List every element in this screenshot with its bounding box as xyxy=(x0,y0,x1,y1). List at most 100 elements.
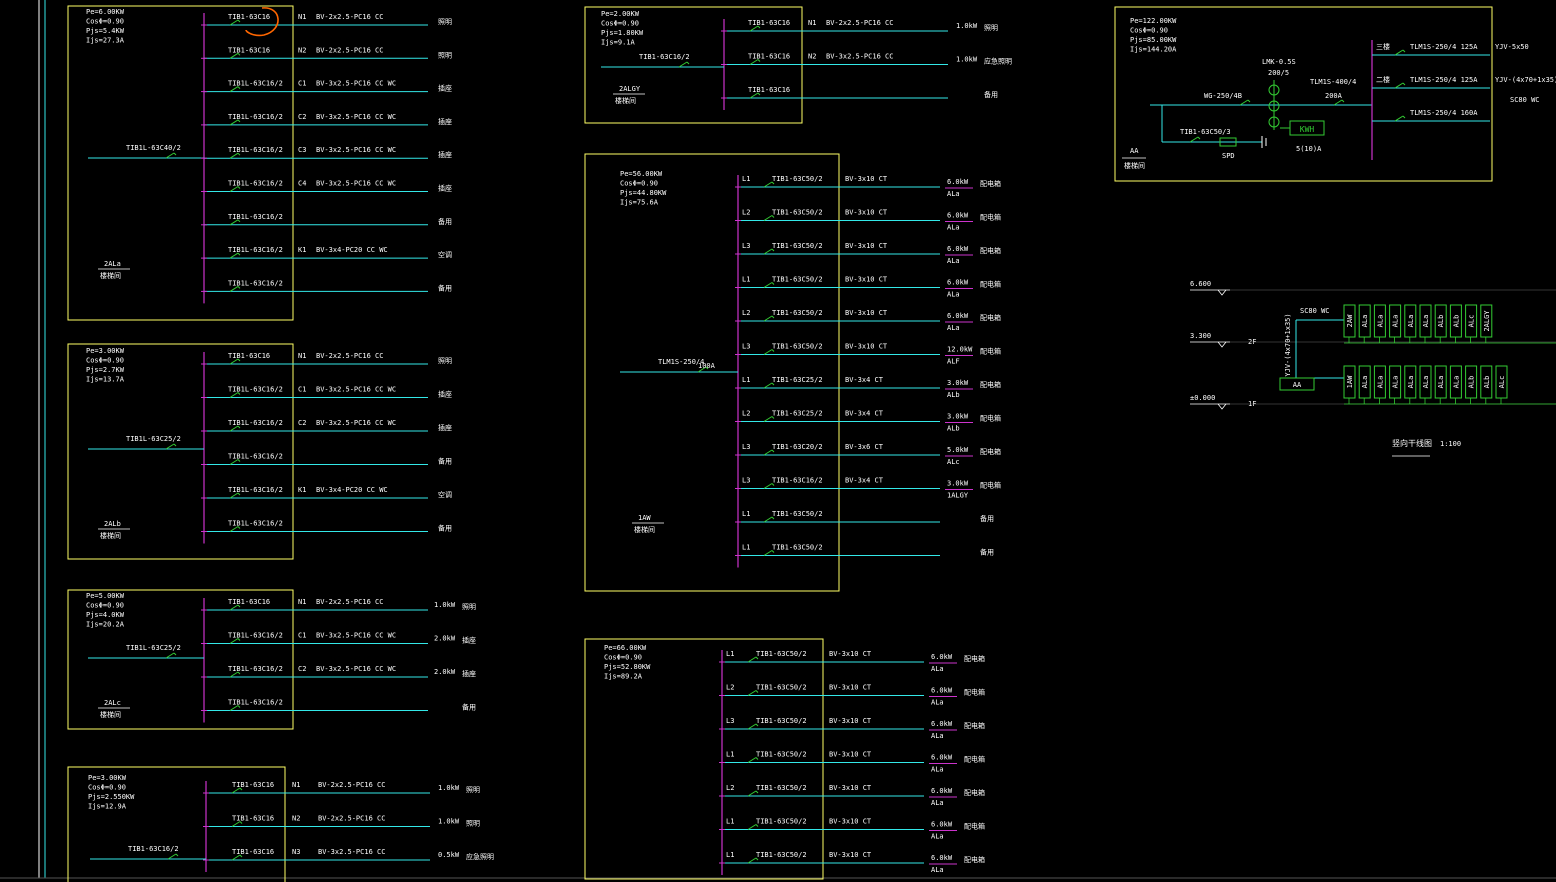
feeder-row[interactable]: TIB1-63C50/2 L1 备用 xyxy=(735,544,994,557)
feeder-use-label: 照明 xyxy=(466,820,480,828)
feeder-row[interactable]: TIB1-63C16 N1 BV-2x2.5-PC16 CC 1.0kW 照明 xyxy=(721,19,998,32)
feeder-row[interactable]: TIB1L-63C16/2 C1 BV-3x2.5-PC16 CC WC 插座 xyxy=(201,80,452,93)
feeder-row[interactable]: TIB1-63C16 N1 BV-2x2.5-PC16 CC 照明 xyxy=(201,13,452,26)
feeder-row[interactable]: TIB1-63C50/2 L1 BV-3x10 CT 6.0kW ALa 配电箱 xyxy=(719,650,985,673)
feeder-row[interactable]: TIB1-63C50/2 L1 BV-3x10 CT 6.0kW ALa 配电箱 xyxy=(719,751,985,774)
feeder-row[interactable]: TIB1-63C16 N2 BV-2x2.5-PC16 CC 照明 xyxy=(201,46,452,59)
main-outgoing-row[interactable]: 二楼 TLM1S-250/4 125A YJV-(4x70+1x35) xyxy=(1372,75,1556,89)
feeder-cable-label: BV-3x2.5-PC16 CC WC xyxy=(316,419,396,427)
feeder-row[interactable]: TIB1-63C16 N2 BV-3x2.5-PC16 CC 1.0kW 应急照明 xyxy=(721,53,1012,66)
feeder-circuit-id: K1 xyxy=(298,486,306,494)
breaker-mark xyxy=(173,652,177,656)
riser-box-label: ALa xyxy=(1361,376,1369,389)
breaker-mark xyxy=(1247,99,1251,103)
main-panel-AA[interactable]: Pe=122.00KW CosΦ=0.90Pjs=85.00KW Ijs=144.2… xyxy=(1114,6,1556,182)
feeder-circuit-id: L2 xyxy=(726,684,734,692)
feeder-breaker-label: TIB1-63C50/2 xyxy=(756,684,807,692)
feeder-row[interactable]: TIB1-63C50/2 L1 BV-3x10 CT 6.0kW ALa 配电箱 xyxy=(719,851,985,874)
feeder-use-label: 备用 xyxy=(438,457,452,466)
feeder-row[interactable]: TIB1-63C16 N2 BV-2x2.5-PC16 CC 1.0kW 照明 xyxy=(203,815,480,828)
feeder-breaker-label: TIB1L-63C16/2 xyxy=(228,113,283,121)
feeder-load-label: 6.0kW xyxy=(947,245,969,253)
feeder-use-label: 配电箱 xyxy=(964,654,985,663)
feeder-row[interactable]: TIB1L-63C16/2 K1 BV-3x4-PC20 CC WC 空调 xyxy=(201,486,452,499)
feeder-use-label: 备用 xyxy=(980,548,994,557)
feeder-use-label: 插座 xyxy=(438,150,452,159)
feeder-row[interactable]: TIB1-63C50/2 L3 BV-3x10 CT 6.0kW ALa 配电箱 xyxy=(735,242,1001,265)
feeder-row[interactable]: TIB1L-63C16/2 备用 xyxy=(201,453,452,466)
feeder-row[interactable]: TIB1-63C16/2 L3 BV-3x4 CT 3.0kW 1ALGY 配电箱 xyxy=(735,477,1001,500)
feeder-circuit-id: L3 xyxy=(742,242,750,250)
feeder-row[interactable]: TIB1-63C25/2 L2 BV-3x4 CT 3.0kW ALb 配电箱 xyxy=(735,410,1001,433)
breaker-blade xyxy=(1189,136,1199,143)
feeder-row[interactable]: TIB1-63C50/2 L1 BV-3x10 CT 6.0kW ALa 配电箱 xyxy=(719,818,985,841)
feeder-circuit-id: N2 xyxy=(298,46,306,54)
feeder-cable-label: BV-2x2.5-PC16 CC xyxy=(318,781,385,789)
panel-summary-line: CosΦ=0.90 xyxy=(604,654,642,662)
feeder-row[interactable]: TIB1L-63C16/2 C2 BV-3x2.5-PC16 CC WC 插座 xyxy=(201,419,452,432)
feeder-row[interactable]: TIB1L-63C16/2 备用 xyxy=(201,699,476,712)
feeder-use-label: 插座 xyxy=(462,636,476,645)
feeder-load-label: 12.0kW xyxy=(947,346,973,354)
feeder-cable-label: BV-3x10 CT xyxy=(845,209,888,217)
riser-box-label: ALb xyxy=(1468,376,1476,389)
main-outgoing-row[interactable]: TLM1S-250/4 160A xyxy=(1372,109,1490,122)
feeder-row[interactable]: TIB1-63C50/2 L1 备用 xyxy=(735,510,994,523)
feeder-cable-label: BV-2x2.5-PC16 CC xyxy=(826,19,893,27)
main-outgoing-row[interactable]: 三楼 TLM1S-250/4 125A YJV-5x50 xyxy=(1372,42,1529,56)
feeder-circuit-id: L3 xyxy=(742,443,750,451)
feeder-row[interactable]: TIB1L-63C16/2 C2 BV-3x2.5-PC16 CC WC 2.0kW 插… xyxy=(201,665,476,678)
feeder-use-label: 备用 xyxy=(438,217,452,226)
distribution-panel-2ALb[interactable]: Pe=3.00KW CosΦ=0.90Pjs=2.7KW Ijs=13.7A TIB1… xyxy=(67,343,452,560)
panel-name: 1AW xyxy=(638,514,651,522)
feeder-row[interactable]: TIB1-63C25/2 L1 BV-3x4 CT 3.0kW ALb 配电箱 xyxy=(735,376,1001,399)
feeder-circuit-id: C3 xyxy=(298,146,306,154)
feeder-cable-label: BV-3x4 CT xyxy=(845,376,884,384)
feeder-row[interactable]: TIB1-63C50/2 L2 BV-3x10 CT 6.0kW ALa 配电箱 xyxy=(719,684,985,707)
feeder-use-label: 应急照明 xyxy=(984,57,1012,66)
riser-box-label: 2ALGY xyxy=(1483,310,1491,332)
feeder-breaker-label: TIB1-63C25/2 xyxy=(772,410,823,418)
feeder-circuit-id: N2 xyxy=(292,815,300,823)
feeder-row[interactable]: TIB1L-63C16/2 备用 xyxy=(201,213,452,226)
feeder-row[interactable]: TIB1-63C16 N1 BV-2x2.5-PC16 CC 1.0kW 照明 xyxy=(201,598,476,611)
feeder-row[interactable]: TIB1L-63C16/2 C3 BV-3x2.5-PC16 CC WC 插座 xyxy=(201,146,452,159)
feeder-row[interactable]: TIB1-63C50/2 L3 BV-3x10 CT 12.0kW ALF 配电箱 xyxy=(735,343,1001,366)
feeder-row[interactable]: TIB1-63C50/2 L1 BV-3x10 CT 6.0kW ALa 配电箱 xyxy=(735,276,1001,299)
feeder-row[interactable]: TIB1-63C50/2 L1 BV-3x10 CT 6.0kW ALa 配电箱 xyxy=(735,175,1001,198)
riser-box-label: ALb xyxy=(1483,376,1491,389)
riser-diagram[interactable]: 6.6003.3002F±0.0001FYJV-(4x70+1x35)SC80 … xyxy=(1190,280,1556,457)
main-summary-line: Pe=122.00KW xyxy=(1130,17,1177,25)
feeder-row[interactable]: TIB1-63C16 N1 BV-2x2.5-PC16 CC 1.0kW 照明 xyxy=(203,781,480,794)
feeder-row[interactable]: TIB1-63C50/2 L3 BV-3x10 CT 6.0kW ALa 配电箱 xyxy=(719,717,985,740)
feeder-row[interactable]: TIB1-63C50/2 L2 BV-3x10 CT 6.0kW ALa 配电箱 xyxy=(735,209,1001,232)
distribution-panel-2ALa[interactable]: Pe=6.00KW CosΦ=0.90Pjs=5.4KW Ijs=27.3A TIB1… xyxy=(67,5,452,321)
feeder-row[interactable]: TIB1L-63C16/2 C2 BV-3x2.5-PC16 CC WC 插座 xyxy=(201,113,452,126)
ct-ratio-label: 200/5 xyxy=(1268,69,1289,77)
feeder-row[interactable]: TIB1L-63C16/2 C1 BV-3x2.5-PC16 CC WC 插座 xyxy=(201,386,452,399)
feeder-row[interactable]: TIB1-63C50/2 L2 BV-3x10 CT 6.0kW ALa 配电箱 xyxy=(719,784,985,807)
distribution-panel-2ALc[interactable]: Pe=5.00KW CosΦ=0.90Pjs=4.0KW Ijs=20.2A TIB1… xyxy=(67,589,476,730)
feeder-row[interactable]: TIB1L-63C16/2 C1 BV-3x2.5-PC16 CC WC 2.0kW 插… xyxy=(201,632,476,645)
distribution-panel-bottom-left[interactable]: Pe=3.00KW CosΦ=0.90Pjs=2.550KW Ijs=12.9A TI… xyxy=(67,766,494,882)
feeder-row[interactable]: TIB1L-63C16/2 备用 xyxy=(201,520,452,533)
distribution-panel-1AW[interactable]: Pe=56.00KW CosΦ=0.90Pjs=44.80KW Ijs=75.6A T… xyxy=(584,153,1001,592)
feeder-load-label: 1.0kW xyxy=(438,818,460,826)
feeder-row[interactable]: TIB1-63C20/2 L3 BV-3x6 CT 5.0kW ALc 配电箱 xyxy=(735,443,1001,466)
feeder-row[interactable]: TIB1L-63C16/2 备用 xyxy=(201,279,452,292)
distribution-panel-2ALGY[interactable]: Pe=2.00KWCosΦ=0.90Pjs=1.80KWIjs=9.1ATIB1… xyxy=(584,6,1012,124)
riser-conduit-label: SC80 WC xyxy=(1300,307,1330,315)
feeder-row[interactable]: TIB1L-63C16/2 C4 BV-3x2.5-PC16 CC WC 插座 xyxy=(201,180,452,193)
feeder-row[interactable]: TIB1-63C50/2 L2 BV-3x10 CT 6.0kW ALa 配电箱 xyxy=(735,309,1001,332)
breaker-blade xyxy=(747,790,757,797)
feeder-breaker-label: TIB1-63C50/2 xyxy=(772,209,823,217)
feeder-row[interactable]: TIB1-63C16 备用 xyxy=(721,86,998,99)
feeder-load-label: 5.0kW xyxy=(947,446,969,454)
feeder-row[interactable]: TIB1L-63C16/2 K1 BV-3x4-PC20 CC WC 空调 xyxy=(201,246,452,259)
distribution-panel-2AW[interactable]: Pe=66.00KW CosΦ=0.90Pjs=52.80KW Ijs=89.2A T… xyxy=(584,638,985,880)
feeder-row[interactable]: TIB1-63C16 N3 BV-3x2.5-PC16 CC 0.5kW 应急照明 xyxy=(203,848,494,861)
cad-drawing-canvas[interactable]: Pe=6.00KWCosΦ=0.90Pjs=5.4KWIjs=27.3ATIB1… xyxy=(0,0,1556,882)
feeder-circuit-id: L1 xyxy=(726,751,734,759)
feeder-row[interactable]: TIB1-63C16 N1 BV-2x2.5-PC16 CC 照明 xyxy=(201,352,452,365)
feeder-cable-label: BV-3x4-PC20 CC WC xyxy=(316,246,388,254)
